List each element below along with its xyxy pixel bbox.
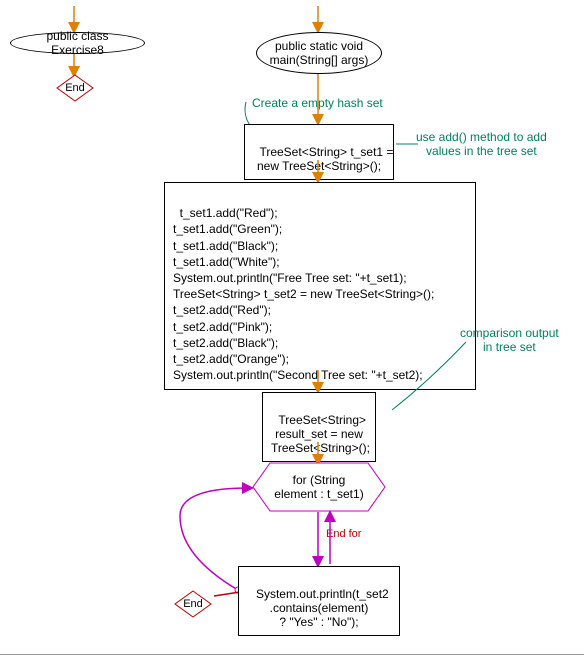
stmt-new-treeset1: TreeSet<String> t_set1 = new TreeSet<Str…: [244, 124, 394, 180]
method-declaration-text: public static void main(String[] args): [270, 39, 369, 67]
stmt-block: t_set1.add("Red"); t_set1.add("Green"); …: [164, 182, 476, 390]
end-label-main: End: [183, 598, 203, 610]
stmt-result-set: TreeSet<String> result_set = new TreeSet…: [262, 392, 376, 462]
stmt-println-contains: System.out.println(t_set2 .contains(elem…: [238, 566, 400, 636]
loop-hexagon: for (String element : t_set1): [252, 462, 386, 512]
end-diamond-left: End: [56, 74, 94, 102]
end-diamond-main: End: [174, 590, 212, 618]
end-label-left: End: [65, 82, 85, 94]
stmt-block-text: t_set1.add("Red"); t_set1.add("Green"); …: [173, 206, 434, 382]
method-declaration: public static void main(String[] args): [256, 32, 382, 74]
stmt-result-set-text: TreeSet<String> result_set = new TreeSet…: [271, 413, 370, 455]
class-declaration: public class Exercise8: [10, 32, 145, 54]
loop-header-text: for (String element : t_set1): [274, 473, 363, 501]
class-declaration-text: public class Exercise8: [19, 29, 136, 57]
stmt-println-text: System.out.println(t_set2 .contains(elem…: [256, 587, 389, 629]
annotation-comparison: comparison output in tree set: [460, 326, 559, 354]
annotation-add-method: use add() method to add values in the tr…: [416, 130, 547, 158]
loop-end-label: End for: [326, 528, 361, 540]
annotation-create-empty: Create a empty hash set: [252, 96, 383, 110]
border-line: [0, 654, 584, 655]
stmt-new-treeset1-text: TreeSet<String> t_set1 = new TreeSet<Str…: [257, 145, 393, 173]
